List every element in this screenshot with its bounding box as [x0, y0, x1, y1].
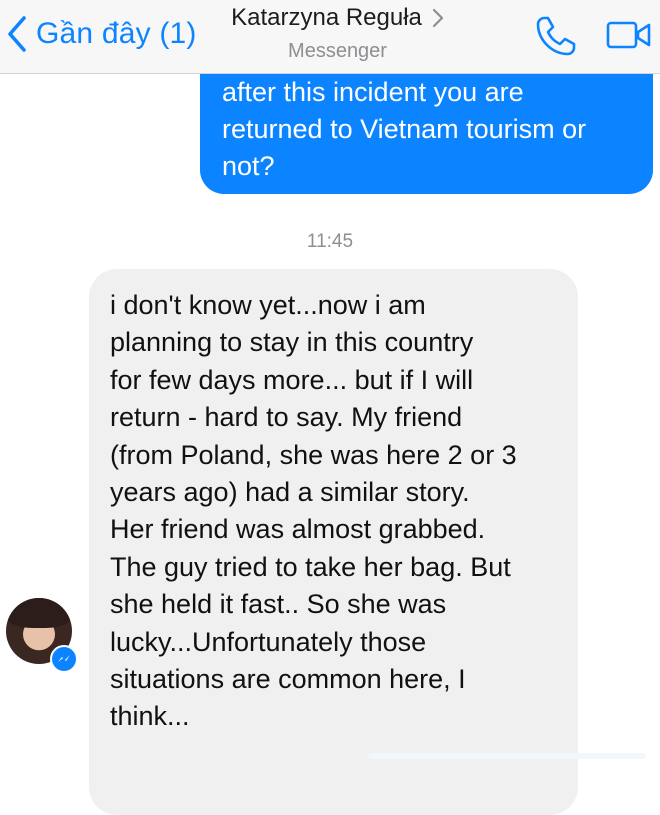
- message-line: think...: [110, 701, 190, 732]
- avatar-hair: [6, 598, 72, 628]
- message-line: not?: [222, 151, 275, 181]
- message-thread[interactable]: after this incident you are returned to …: [0, 74, 660, 815]
- message-line: (from Poland, she was here 2 or 3: [110, 439, 517, 470]
- message-line: lucky...Unfortunately those: [110, 626, 427, 657]
- message-line: after this incident you are: [222, 77, 524, 107]
- video-call-button[interactable]: [606, 18, 652, 52]
- contact-name: Katarzyna Reguła: [231, 4, 422, 31]
- incoming-message[interactable]: i don't know yet...now i am planning to …: [89, 269, 578, 815]
- call-button[interactable]: [534, 14, 578, 58]
- next-message-preview: [368, 753, 646, 759]
- message-line: for few days more... but if I will: [110, 364, 474, 395]
- video-camera-icon: [606, 21, 651, 49]
- message-line: years ago) had a similar story.: [110, 477, 470, 508]
- conversation-subtitle: Messenger: [288, 40, 387, 62]
- message-line: Her friend was almost grabbed.: [110, 514, 486, 545]
- message-line: The guy tried to take her bag. But: [110, 551, 511, 582]
- conversation-header: Katarzyna Reguła Messenger: [200, 4, 475, 63]
- message-line: i don't know yet...now i am: [110, 290, 426, 320]
- phone-icon: [536, 16, 576, 56]
- message-line: returned to Vietnam tourism or: [222, 114, 587, 144]
- messenger-icon: [58, 655, 70, 662]
- chevron-left-icon: [8, 16, 26, 52]
- outgoing-message[interactable]: after this incident you are returned to …: [200, 74, 653, 194]
- message-line: situations are common here, I: [110, 664, 466, 695]
- conversation-title[interactable]: Katarzyna Reguła: [231, 4, 444, 32]
- messenger-badge: [50, 645, 78, 673]
- back-label: Gần đây (1): [36, 17, 197, 50]
- message-line: she held it fast.. So she was: [110, 589, 447, 620]
- navigation-bar: Gần đây (1) Katarzyna Reguła Messenger: [0, 0, 660, 74]
- back-button[interactable]: Gần đây (1): [6, 12, 197, 56]
- message-line: return - hard to say. My friend: [110, 402, 463, 433]
- message-timestamp: 11:45: [306, 231, 354, 252]
- chevron-right-icon: [432, 8, 443, 28]
- message-line: planning to stay in this country: [110, 327, 474, 358]
